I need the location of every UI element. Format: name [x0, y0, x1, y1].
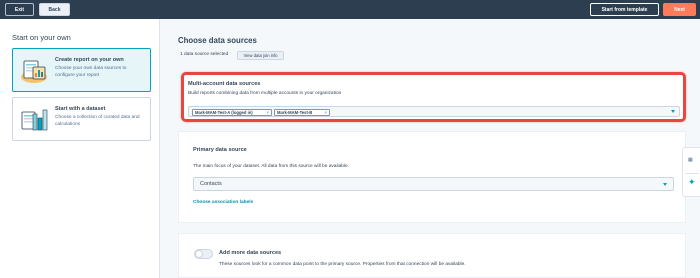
card-description: Choose your own data sources to configur…	[55, 66, 127, 78]
card-title: Start with a dataset	[55, 106, 106, 112]
card-description: Choose a collection of curated data and …	[55, 115, 140, 127]
multi-account-description: Build reports combining data from multip…	[188, 91, 342, 96]
chevron-down-icon[interactable]	[671, 110, 675, 113]
account-multiselect[interactable]: Mark-MAM-Test-A (logged in) × Mark-MAM-T…	[188, 106, 680, 117]
primary-source-description: The main focus of your dataset. All data…	[193, 164, 349, 169]
exit-button[interactable]: Exit	[5, 3, 34, 16]
choose-association-labels-link[interactable]: Choose association labels	[193, 200, 253, 205]
start-from-template-button[interactable]: Start from template	[590, 3, 659, 16]
start-with-dataset-card[interactable]: Start with a dataset Choose a collection…	[12, 97, 151, 141]
remove-tag-icon[interactable]: ×	[267, 110, 269, 115]
page-title: Choose data sources	[178, 36, 257, 45]
left-panel: Start on your own Create report on your …	[0, 19, 160, 278]
create-report-own-card[interactable]: Create report on your own Choose your ow…	[12, 48, 151, 92]
add-more-sources-description: These sources look for a common data poi…	[219, 262, 466, 267]
left-panel-title: Start on your own	[12, 33, 71, 42]
multi-account-title: Multi-account data sources	[188, 81, 261, 87]
sparkle-icon[interactable]: ✦	[688, 178, 696, 187]
card-title: Create report on your own	[55, 57, 124, 63]
tag-label: Mark-MAM-Test-B	[277, 110, 313, 115]
add-more-sources-toggle[interactable]	[194, 249, 213, 259]
back-button[interactable]: Back	[39, 3, 70, 16]
dataset-illustration-icon	[21, 109, 48, 131]
report-builder-illustration-icon	[21, 60, 47, 83]
add-more-sources-title: Add more data sources	[219, 250, 282, 256]
view-data-join-info-button[interactable]: View data join info	[237, 51, 284, 60]
dropdown-value: Contacts	[200, 181, 222, 187]
account-tag: Mark-MAM-Test-A (logged in) ×	[192, 109, 272, 116]
tag-label: Mark-MAM-Test-A (logged in)	[195, 110, 253, 115]
chevron-down-icon	[663, 183, 667, 186]
side-help-widget: ▦ ✦	[682, 147, 700, 197]
primary-source-dropdown[interactable]: Contacts	[193, 177, 674, 191]
add-more-sources-card: Add more data sources These sources look…	[178, 233, 686, 278]
divider	[685, 173, 699, 174]
next-button[interactable]: Next	[663, 3, 696, 16]
primary-source-title: Primary data source	[193, 147, 247, 153]
remove-tag-icon[interactable]: ×	[325, 110, 327, 115]
grid-icon[interactable]: ▦	[688, 157, 693, 163]
account-tag: Mark-MAM-Test-B ×	[274, 109, 330, 116]
toggle-knob	[195, 250, 203, 258]
selected-count-text: 1 data source selected	[180, 52, 229, 57]
multi-account-section: Multi-account data sources Build reports…	[181, 72, 686, 122]
top-bar: Exit Back Start from template Next	[0, 0, 700, 19]
primary-data-source-card: Primary data source The main focus of yo…	[178, 131, 686, 223]
